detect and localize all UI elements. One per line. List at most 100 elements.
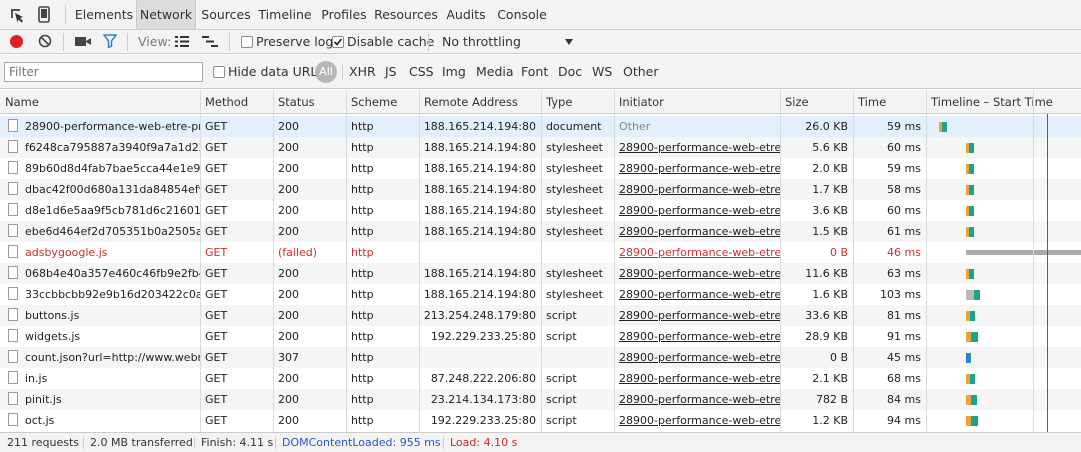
type-filter-all[interactable]: All bbox=[315, 61, 337, 83]
disable-cache-label[interactable]: Disable cache bbox=[347, 34, 434, 49]
waterfall-bar bbox=[966, 250, 1081, 255]
network-toolbar: View: Preserve log Disable cache No thro… bbox=[0, 30, 1081, 54]
cell-size: 11.6 KB bbox=[805, 267, 848, 280]
devtools-tab-bar: Elements Network Sources Timeline Profil… bbox=[0, 0, 1081, 30]
type-filter-ws[interactable]: WS bbox=[592, 62, 612, 82]
throttling-select[interactable]: No throttling bbox=[436, 32, 576, 52]
cell-size: 5.6 KB bbox=[812, 141, 848, 154]
preserve-log-checkbox[interactable] bbox=[241, 36, 253, 48]
filter-icon[interactable] bbox=[102, 34, 118, 49]
cell-name: pinit.js bbox=[25, 393, 62, 406]
tab-audits[interactable]: Audits bbox=[441, 0, 491, 29]
large-rows-icon[interactable] bbox=[175, 36, 189, 47]
record-icon[interactable] bbox=[10, 35, 23, 48]
cell-scheme: http bbox=[351, 309, 374, 322]
type-filter-doc[interactable]: Doc bbox=[558, 62, 582, 82]
hide-data-urls-label[interactable]: Hide data URLs bbox=[228, 64, 324, 79]
cell-type: script bbox=[546, 414, 577, 427]
tab-elements[interactable]: Elements bbox=[73, 0, 135, 29]
cell-initiator[interactable]: 28900-performance-web-etre-... bbox=[614, 137, 780, 158]
column-header-size[interactable]: Size bbox=[780, 90, 853, 114]
cell-time: 91 ms bbox=[887, 330, 921, 343]
type-filter-img[interactable]: Img bbox=[442, 62, 466, 82]
cell-time: 61 ms bbox=[887, 225, 921, 238]
column-header-initiator[interactable]: Initiator bbox=[614, 90, 780, 114]
waterfall-bar bbox=[970, 374, 975, 384]
clear-icon[interactable] bbox=[38, 34, 52, 48]
waterfall-bar bbox=[969, 164, 974, 174]
type-filter-font[interactable]: Font bbox=[521, 62, 548, 82]
cell-scheme: http bbox=[351, 288, 374, 301]
finish-time: Finish: 4.11 s bbox=[201, 436, 274, 449]
cell-method: GET bbox=[205, 309, 228, 322]
cell-initiator[interactable]: 28900-performance-web-etre-... bbox=[614, 368, 780, 389]
cell-scheme: http bbox=[351, 120, 374, 133]
tab-profiles[interactable]: Profiles bbox=[317, 0, 371, 29]
cell-initiator[interactable]: 28900-performance-web-etre-... bbox=[614, 221, 780, 242]
cell-initiator[interactable]: 28900-performance-web-etre-... bbox=[614, 305, 780, 326]
file-icon bbox=[8, 308, 18, 321]
cell-status: 200 bbox=[278, 330, 299, 343]
column-header-scheme[interactable]: Scheme bbox=[346, 90, 419, 114]
file-icon bbox=[8, 119, 18, 132]
inspect-element-icon[interactable] bbox=[9, 7, 25, 23]
transferred-size: 2.0 MB transferred bbox=[90, 436, 193, 449]
cell-size: 1.5 KB bbox=[812, 225, 848, 238]
cell-initiator[interactable]: 28900-performance-web-etre-... bbox=[614, 242, 780, 263]
cell-initiator[interactable]: 28900-performance-web-etre-... bbox=[614, 410, 780, 431]
cell-name: dbac42f00d680a131da84854ef90... bbox=[25, 183, 200, 196]
cell-initiator[interactable]: 28900-performance-web-etre-... bbox=[614, 389, 780, 410]
cell-initiator[interactable]: 28900-performance-web-etre-... bbox=[614, 200, 780, 221]
file-icon bbox=[8, 140, 18, 153]
cell-time: 46 ms bbox=[887, 246, 921, 259]
camera-icon[interactable] bbox=[75, 36, 91, 47]
cell-name: 068b4e40a357e460c46fb9e2fb4b... bbox=[25, 267, 200, 280]
cell-time: 59 ms bbox=[887, 120, 921, 133]
cell-status: 200 bbox=[278, 267, 299, 280]
column-header-timeline[interactable]: Timeline – Start Time bbox=[926, 90, 1081, 114]
cell-remote: 188.165.214.194:80 bbox=[423, 141, 536, 154]
cell-status: 200 bbox=[278, 414, 299, 427]
cell-time: 68 ms bbox=[887, 372, 921, 385]
type-filter-css[interactable]: CSS bbox=[409, 62, 434, 82]
preserve-log-label[interactable]: Preserve log bbox=[256, 34, 333, 49]
type-filter-other[interactable]: Other bbox=[623, 62, 659, 82]
filter-input[interactable] bbox=[4, 62, 203, 82]
column-header-remote-address[interactable]: Remote Address bbox=[419, 90, 541, 114]
type-filter-xhr[interactable]: XHR bbox=[349, 62, 376, 82]
cell-type: stylesheet bbox=[546, 225, 603, 238]
cell-time: 60 ms bbox=[887, 204, 921, 217]
cell-name: count.json?url=http://www.webm... bbox=[25, 351, 200, 364]
overview-icon[interactable] bbox=[202, 36, 218, 47]
disable-cache-checkbox[interactable] bbox=[332, 36, 344, 48]
tab-sources[interactable]: Sources bbox=[198, 0, 254, 29]
tab-network[interactable]: Network bbox=[136, 0, 196, 29]
waterfall-bar bbox=[969, 269, 974, 279]
cell-scheme: http bbox=[351, 393, 374, 406]
cell-type: script bbox=[546, 309, 577, 322]
cell-time: 81 ms bbox=[887, 309, 921, 322]
type-filter-media[interactable]: Media bbox=[476, 62, 514, 82]
type-filter-js[interactable]: JS bbox=[385, 62, 397, 82]
cell-initiator[interactable]: 28900-performance-web-etre-... bbox=[614, 263, 780, 284]
cell-initiator[interactable]: 28900-performance-web-etre-... bbox=[614, 326, 780, 347]
cell-initiator[interactable]: 28900-performance-web-etre-... bbox=[614, 284, 780, 305]
hide-data-urls-checkbox[interactable] bbox=[213, 66, 225, 78]
cell-initiator[interactable]: 28900-performance-web-etre-... bbox=[614, 347, 780, 368]
column-header-type[interactable]: Type bbox=[541, 90, 614, 114]
file-icon bbox=[8, 329, 18, 342]
device-mode-icon[interactable] bbox=[38, 6, 50, 23]
cell-status: 200 bbox=[278, 141, 299, 154]
column-header-method[interactable]: Method bbox=[200, 90, 273, 114]
tab-console[interactable]: Console bbox=[494, 0, 550, 29]
column-header-status[interactable]: Status bbox=[273, 90, 346, 114]
tab-resources[interactable]: Resources bbox=[374, 0, 438, 29]
column-header-name[interactable]: Name bbox=[0, 90, 200, 114]
tab-timeline[interactable]: Timeline bbox=[256, 0, 314, 29]
file-icon bbox=[8, 203, 18, 216]
cell-initiator[interactable]: 28900-performance-web-etre-... bbox=[614, 158, 780, 179]
cell-time: 63 ms bbox=[887, 267, 921, 280]
column-header-time[interactable]: Time bbox=[853, 90, 926, 114]
cell-type: script bbox=[546, 372, 577, 385]
cell-initiator[interactable]: 28900-performance-web-etre-... bbox=[614, 179, 780, 200]
